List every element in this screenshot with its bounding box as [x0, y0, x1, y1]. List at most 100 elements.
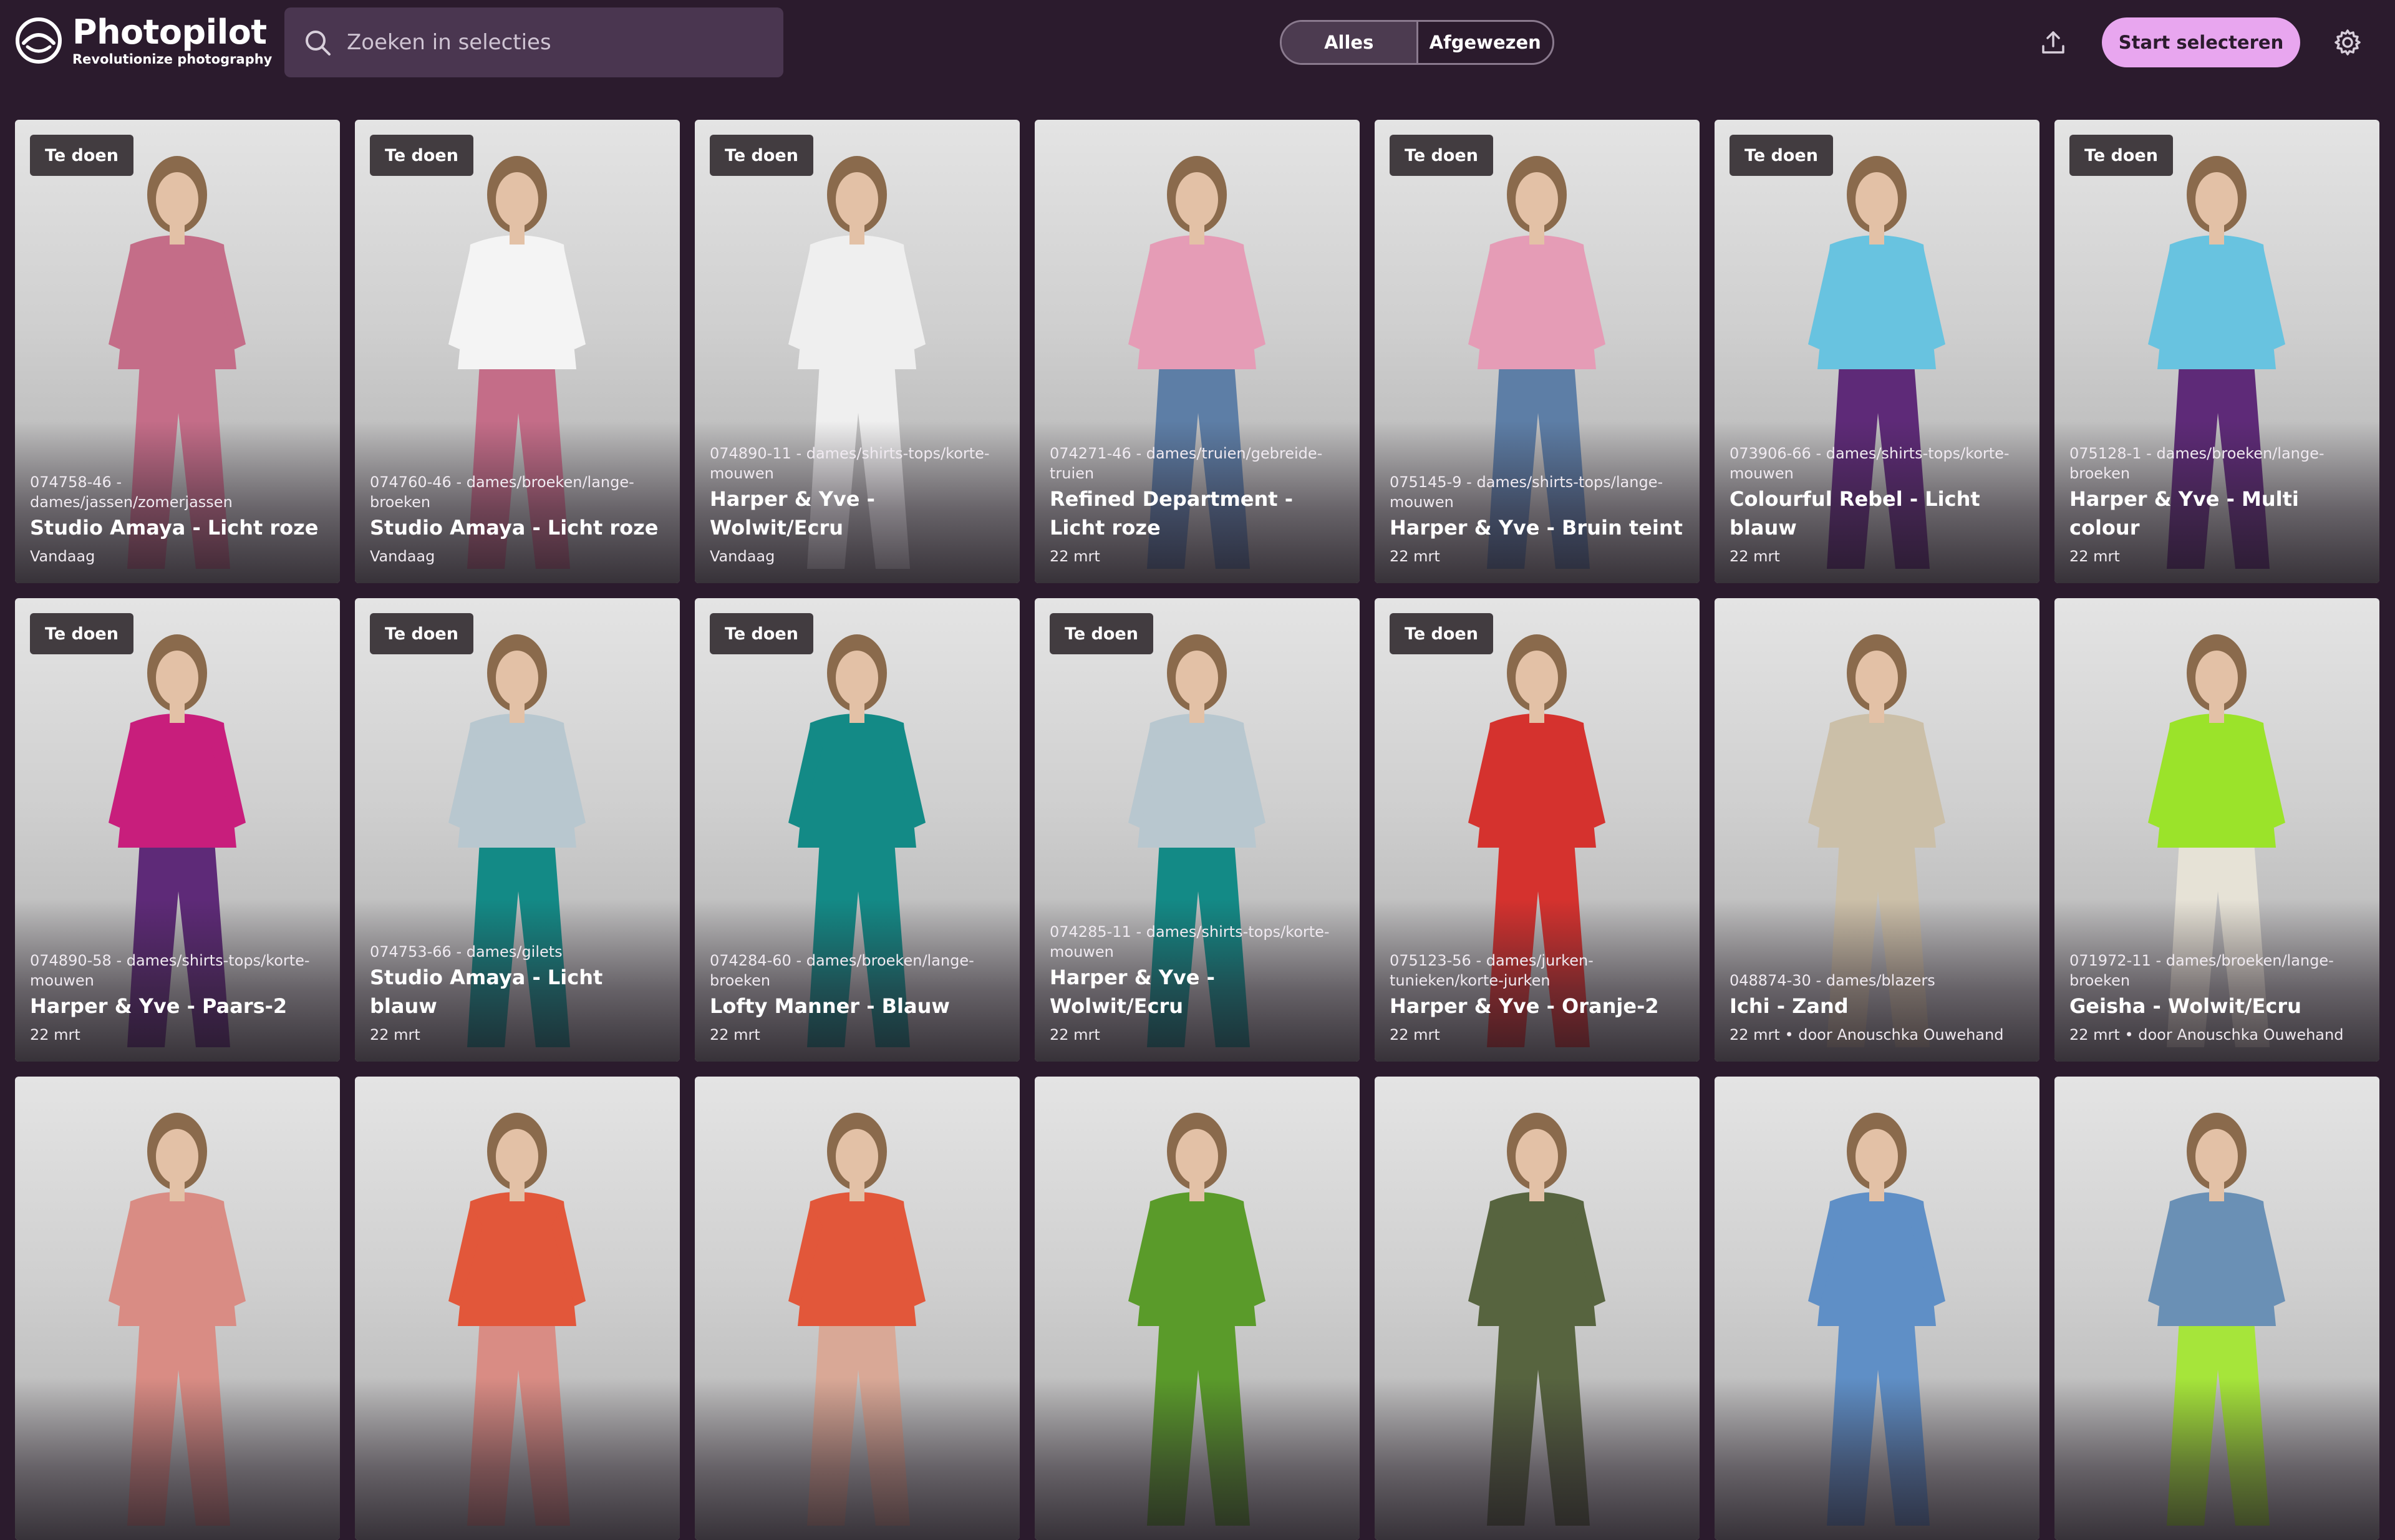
product-title: Harper & Yve - Wolwit/Ecru	[1050, 966, 1215, 1018]
product-title: Colourful Rebel - Licht blauw	[1730, 487, 1980, 540]
product-sku: 074758-46 - dames/jassen/zomerjassen	[30, 473, 233, 511]
start-selecting-button[interactable]: Start selecteren	[2102, 17, 2300, 67]
app-name: Photopilot	[72, 12, 267, 52]
card-date: 22 mrt	[30, 1026, 80, 1044]
product-sku: 074285-11 - dames/shirts-tops/korte-mouw…	[1050, 923, 1330, 961]
selection-card[interactable]: Te doen 074285-11 - dames/shirts-tops/kor…	[1035, 598, 1360, 1062]
search-input[interactable]	[347, 30, 783, 55]
card-date: 22 mrt	[1050, 548, 1100, 565]
card-date: 22 mrt	[1390, 548, 1440, 565]
card-info: 071972-11 - dames/broeken/lange-broeken G…	[2069, 951, 2366, 1045]
top-bar: Photopilot Revolutionize photography All…	[0, 0, 2395, 84]
selection-card[interactable]	[2054, 1077, 2379, 1540]
product-sku: 075128-1 - dames/broeken/lange-broeken	[2069, 445, 2325, 482]
selection-card[interactable]: Te doen 075128-1 - dames/broeken/lange-br…	[2054, 120, 2379, 583]
settings-button[interactable]	[2330, 25, 2365, 60]
card-info: 074758-46 - dames/jassen/zomerjassen Stud…	[30, 472, 326, 567]
card-overlay	[1375, 1378, 1700, 1540]
status-badge: Te doen	[710, 613, 813, 654]
selection-card[interactable]: Te doen 074890-58 - dames/shirts-tops/kor…	[15, 598, 340, 1062]
status-badge: Te doen	[1730, 135, 1833, 176]
selection-card[interactable]	[1035, 1077, 1360, 1540]
selection-card[interactable]	[15, 1077, 340, 1540]
gear-icon	[2335, 29, 2361, 56]
selection-card[interactable]	[1715, 1077, 2039, 1540]
card-date: 22 mrt	[370, 1026, 420, 1044]
selection-card[interactable]: 071972-11 - dames/broeken/lange-broeken G…	[2054, 598, 2379, 1062]
status-badge: Te doen	[2069, 135, 2173, 176]
status-badge: Te doen	[30, 135, 133, 176]
product-title: Harper & Yve - Multi colour	[2069, 487, 2299, 540]
product-title: Lofty Manner - Blauw	[710, 994, 950, 1018]
selection-card[interactable]: Te doen 074760-46 - dames/broeken/lange-b…	[355, 120, 680, 583]
product-sku: 074890-11 - dames/shirts-tops/korte-mouw…	[710, 445, 990, 482]
card-overlay	[1035, 1378, 1360, 1540]
product-sku: 074271-46 - dames/truien/gebreide-truien	[1050, 445, 1323, 482]
card-info: 074890-11 - dames/shirts-tops/korte-mouw…	[710, 443, 1006, 567]
search-icon	[306, 31, 331, 56]
card-info: 074271-46 - dames/truien/gebreide-truien…	[1050, 443, 1346, 567]
card-info: 073906-66 - dames/shirts-tops/korte-mouw…	[1730, 443, 2026, 567]
product-sku: 071972-11 - dames/broeken/lange-broeken	[2069, 952, 2334, 989]
selection-card[interactable]: Te doen 074753-66 - dames/gilets Studio Am…	[355, 598, 680, 1062]
product-title: Studio Amaya - Licht blauw	[370, 966, 603, 1018]
selection-card[interactable]	[695, 1077, 1020, 1540]
status-badge: Te doen	[370, 135, 473, 176]
logo[interactable]: Photopilot Revolutionize photography	[14, 12, 272, 69]
selection-card[interactable]	[355, 1077, 680, 1540]
filter-option-alles[interactable]: Alles	[1282, 22, 1418, 63]
product-title: Harper & Yve - Bruin teint	[1390, 516, 1683, 540]
product-sku: 048874-30 - dames/blazers	[1730, 972, 1935, 989]
status-badge: Te doen	[30, 613, 133, 654]
card-date: Vandaag	[710, 548, 775, 565]
logo-mark-icon	[16, 17, 62, 64]
card-date: 22 mrt	[1390, 1026, 1440, 1044]
product-title: Refined Department - Licht roze	[1050, 487, 1293, 540]
card-date: 22 mrt	[1050, 1026, 1100, 1044]
selection-card[interactable]: Te doen 075145-9 - dames/shirts-tops/lang…	[1375, 120, 1700, 583]
filter-option-afgewezen[interactable]: Afgewezen	[1418, 22, 1553, 63]
product-title: Harper & Yve - Wolwit/Ecru	[710, 487, 875, 540]
product-sku: 075123-56 - dames/jurken-tunieken/korte-…	[1390, 952, 1594, 989]
selection-card[interactable]: 048874-30 - dames/blazers Ichi - Zand 22 m…	[1715, 598, 2039, 1062]
product-sku: 074760-46 - dames/broeken/lange-broeken	[370, 473, 634, 511]
card-overlay	[695, 1378, 1020, 1540]
card-date: 22 mrt	[2069, 548, 2120, 565]
status-badge: Te doen	[1050, 613, 1153, 654]
card-info: 048874-30 - dames/blazers Ichi - Zand 22 m…	[1730, 971, 2026, 1045]
product-title: Studio Amaya - Licht roze	[30, 516, 319, 540]
product-sku: 074284-60 - dames/broeken/lange-broeken	[710, 952, 974, 989]
product-title: Harper & Yve - Paars-2	[30, 994, 288, 1018]
product-sku: 074890-58 - dames/shirts-tops/korte-mouw…	[30, 952, 310, 989]
selection-card[interactable]	[1375, 1077, 1700, 1540]
product-title: Ichi - Zand	[1730, 994, 1849, 1018]
product-sku: 074753-66 - dames/gilets	[370, 943, 563, 961]
card-date: Vandaag	[370, 548, 435, 565]
product-title: Geisha - Wolwit/Ecru	[2069, 994, 2301, 1018]
search-bar[interactable]	[284, 7, 783, 77]
card-info: 075145-9 - dames/shirts-tops/lange-mouwe…	[1390, 472, 1686, 567]
card-info: 074890-58 - dames/shirts-tops/korte-mouw…	[30, 951, 326, 1045]
card-info: 075123-56 - dames/jurken-tunieken/korte-…	[1390, 951, 1686, 1045]
filter-toggle: Alles Afgewezen	[1280, 20, 1554, 65]
status-badge: Te doen	[1390, 135, 1493, 176]
selection-card[interactable]: 074271-46 - dames/truien/gebreide-truien…	[1035, 120, 1360, 583]
card-info: 075128-1 - dames/broeken/lange-broeken Ha…	[2069, 443, 2366, 567]
upload-button[interactable]	[2035, 24, 2072, 61]
card-overlay	[15, 1378, 340, 1540]
card-date: 22 mrt	[710, 1026, 760, 1044]
card-date: Vandaag	[30, 548, 95, 565]
selection-grid: Te doen 074758-46 - dames/jassen/zomerjas…	[15, 120, 2380, 1540]
selection-card[interactable]: Te doen 075123-56 - dames/jurken-tunieken…	[1375, 598, 1700, 1062]
selection-card[interactable]: Te doen 074758-46 - dames/jassen/zomerjas…	[15, 120, 340, 583]
card-info: 074760-46 - dames/broeken/lange-broeken S…	[370, 472, 666, 567]
product-title: Harper & Yve - Oranje-2	[1390, 994, 1659, 1018]
card-info: 074284-60 - dames/broeken/lange-broeken L…	[710, 951, 1006, 1045]
selection-card[interactable]: Te doen 074284-60 - dames/broeken/lange-b…	[695, 598, 1020, 1062]
upload-icon	[2042, 31, 2064, 54]
selection-card[interactable]: Te doen 073906-66 - dames/shirts-tops/kor…	[1715, 120, 2039, 583]
card-overlay	[2054, 1378, 2379, 1540]
selection-card[interactable]: Te doen 074890-11 - dames/shirts-tops/kor…	[695, 120, 1020, 583]
status-badge: Te doen	[370, 613, 473, 654]
card-date: 22 mrt	[1730, 548, 1780, 565]
